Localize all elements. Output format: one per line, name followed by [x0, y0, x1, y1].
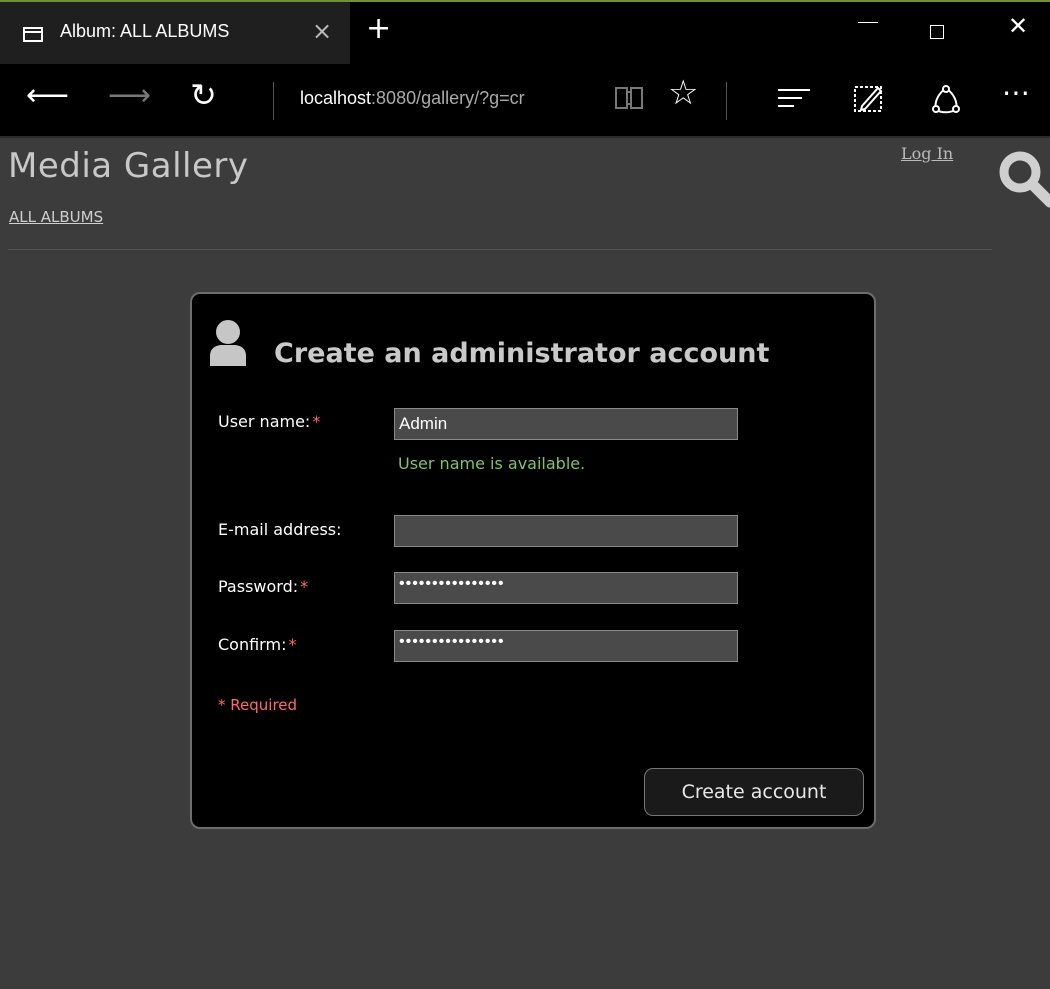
address-bar[interactable]: localhost:8080/gallery/?g=cr	[300, 88, 525, 109]
close-window-icon[interactable]: ✕	[1008, 14, 1028, 38]
login-link[interactable]: Log In	[901, 144, 953, 163]
forward-arrow-icon[interactable]: ⟶	[108, 81, 151, 111]
confirm-password-input[interactable]: ••••••••••••••••	[394, 630, 738, 662]
refresh-icon[interactable]: ↻	[190, 79, 217, 111]
required-marker: *	[288, 635, 297, 654]
required-marker: *	[312, 412, 321, 431]
new-tab-button[interactable]: +	[366, 14, 391, 44]
hub-icon[interactable]	[778, 89, 810, 109]
more-icon[interactable]: ⋯	[1002, 78, 1032, 108]
browser-tab[interactable]: Album: ALL ALBUMS ×	[0, 2, 350, 64]
reading-view-icon[interactable]	[614, 85, 644, 111]
minimize-icon[interactable]	[858, 22, 878, 23]
navbar-separator	[273, 82, 274, 120]
confirm-label: Confirm: *	[218, 635, 297, 654]
tab-page-icon	[23, 27, 43, 42]
page-title: Media Gallery	[8, 146, 249, 186]
address-path: :8080/gallery/?g=cr	[371, 88, 525, 108]
required-note: * Required	[218, 696, 298, 714]
breadcrumb-all-albums[interactable]: ALL ALBUMS	[9, 208, 103, 226]
username-label: User name: *	[218, 412, 321, 431]
create-admin-dialog: Create an administrator account User nam…	[190, 292, 876, 829]
username-input[interactable]	[394, 408, 738, 440]
password-input[interactable]: ••••••••••••••••	[394, 572, 738, 604]
email-input[interactable]	[394, 515, 738, 547]
tab-close-icon[interactable]: ×	[312, 19, 332, 43]
web-note-icon[interactable]	[852, 82, 886, 116]
search-icon[interactable]	[994, 146, 1050, 208]
user-icon	[210, 320, 246, 366]
navbar-separator	[726, 82, 727, 120]
tab-title: Album: ALL ALBUMS	[60, 21, 230, 41]
email-label: E-mail address:	[218, 520, 342, 539]
required-marker: *	[300, 577, 309, 596]
address-host: localhost	[300, 88, 372, 108]
dialog-title: Create an administrator account	[274, 338, 770, 369]
maximize-icon[interactable]	[930, 25, 944, 39]
header-divider	[8, 249, 992, 250]
username-status: User name is available.	[398, 454, 586, 473]
favorite-star-icon[interactable]: ☆	[668, 76, 698, 110]
create-account-button[interactable]: Create account	[644, 768, 864, 816]
browser-titlebar: Album: ALL ALBUMS × + ✕	[0, 0, 1050, 64]
password-label: Password: *	[218, 577, 309, 596]
browser-navbar: ⟵ ⟶ ↻ localhost:8080/gallery/?g=cr ☆ ⋯	[0, 64, 1050, 138]
back-arrow-icon[interactable]: ⟵	[26, 81, 69, 111]
share-icon[interactable]	[930, 84, 962, 116]
